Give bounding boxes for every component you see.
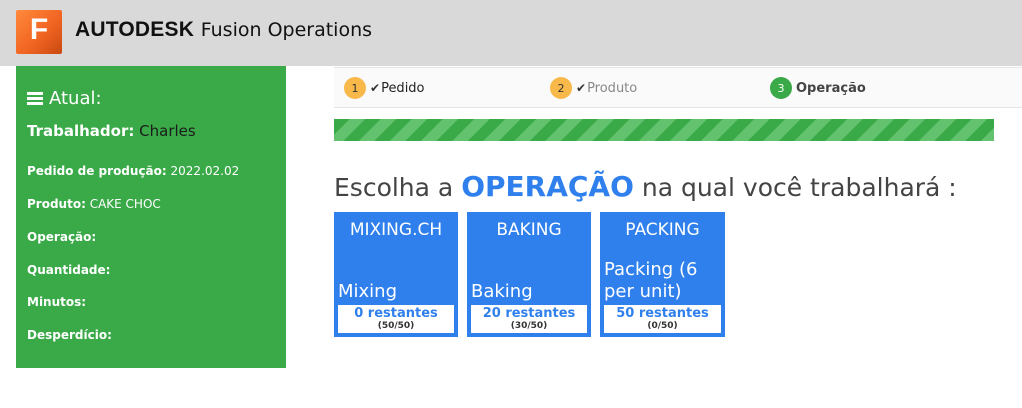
current-status-title[interactable]: Atual: (27, 88, 102, 109)
remaining-box: 50 restantes (0/50) (604, 305, 721, 333)
operation-code: PACKING (625, 220, 700, 240)
heading-suffix: na qual você trabalhará : (641, 173, 957, 202)
operation-tile-baking[interactable]: BAKING Baking 20 restantes (30/50) (467, 212, 591, 337)
quantity-label: Quantidade: (27, 263, 111, 277)
brand-name: AUTODESK (75, 18, 195, 41)
remaining-count: 20 restantes (482, 306, 576, 321)
logo-letter: F (29, 13, 49, 46)
step-operation[interactable]: 3 Operação (770, 77, 866, 99)
worker-separator: : (128, 122, 135, 140)
heading-prefix: Escolha a (334, 173, 454, 202)
remaining-count: 50 restantes (616, 306, 709, 321)
operation-name: Baking (471, 281, 533, 302)
worker-label: Trabalhador (27, 122, 129, 140)
progress-fill (334, 119, 994, 141)
step-number: 3 (770, 77, 792, 99)
app-header: F AUTODESK Fusion Operations (0, 0, 1022, 66)
worker-name: Charles (139, 122, 196, 140)
worker-info: Trabalhador: Charles (27, 122, 196, 140)
step-number: 1 (344, 77, 366, 99)
step-label: Produto (587, 80, 638, 96)
product-value: CAKE CHOC (89, 197, 161, 211)
operation-tile-packing[interactable]: PACKING Packing (6 per unit) 50 restante… (600, 212, 725, 337)
remaining-count: 0 restantes (354, 306, 438, 321)
remaining-fraction: (50/50) (377, 321, 415, 331)
operation-name: Mixing (338, 281, 398, 302)
operation-code: MIXING.CH (349, 220, 443, 240)
step-order[interactable]: 1 ✔ Pedido (344, 77, 425, 99)
minutes-label: Minutos: (27, 295, 87, 309)
step-number: 2 (550, 77, 572, 99)
waste-label: Desperdício: (27, 328, 112, 342)
step-label: Pedido (381, 80, 425, 96)
product-row: Produto: CAKE CHOC (27, 197, 161, 211)
current-label: Atual: (49, 88, 102, 109)
operation-name: Packing (6 per unit) (604, 259, 698, 302)
progress-bar (334, 119, 994, 141)
remaining-box: 0 restantes (50/50) (338, 305, 454, 333)
production-order-label: Pedido de produção: (27, 164, 167, 178)
remaining-box: 20 restantes (30/50) (471, 305, 587, 333)
product-label: Produto: (27, 197, 86, 211)
menu-icon[interactable] (27, 92, 43, 105)
app-title: AUTODESK Fusion Operations (75, 17, 372, 42)
current-status-panel: Atual: Trabalhador: Charles Pedido de pr… (16, 66, 286, 368)
remaining-fraction: (0/50) (647, 321, 678, 331)
waste-row: Desperdício: (27, 328, 112, 342)
product-name: Fusion Operations (200, 19, 373, 41)
operation-code: BAKING (496, 220, 562, 240)
wizard-steps: 1 ✔ Pedido 2 ✔ Produto 3 Operação (334, 67, 1022, 108)
quantity-row: Quantidade: (27, 263, 110, 277)
operation-label: Operação: (27, 230, 97, 244)
page-heading: Escolha a OPERAÇÃO na qual você trabalha… (334, 170, 957, 203)
fusion-logo-icon: F (16, 10, 62, 54)
operation-tile-mixing[interactable]: MIXING.CH Mixing 0 restantes (50/50) (334, 212, 458, 337)
operation-row: Operação: (27, 230, 96, 244)
heading-accent: OPERAÇÃO (461, 170, 634, 203)
check-icon: ✔ (370, 81, 381, 95)
check-icon: ✔ (576, 81, 587, 95)
minutes-row: Minutos: (27, 295, 86, 309)
production-order-row: Pedido de produção: 2022.02.02 (27, 164, 239, 178)
remaining-fraction: (30/50) (510, 321, 548, 331)
production-order-value: 2022.02.02 (170, 164, 240, 178)
step-product[interactable]: 2 ✔ Produto (550, 77, 637, 99)
step-label: Operação (796, 80, 866, 96)
